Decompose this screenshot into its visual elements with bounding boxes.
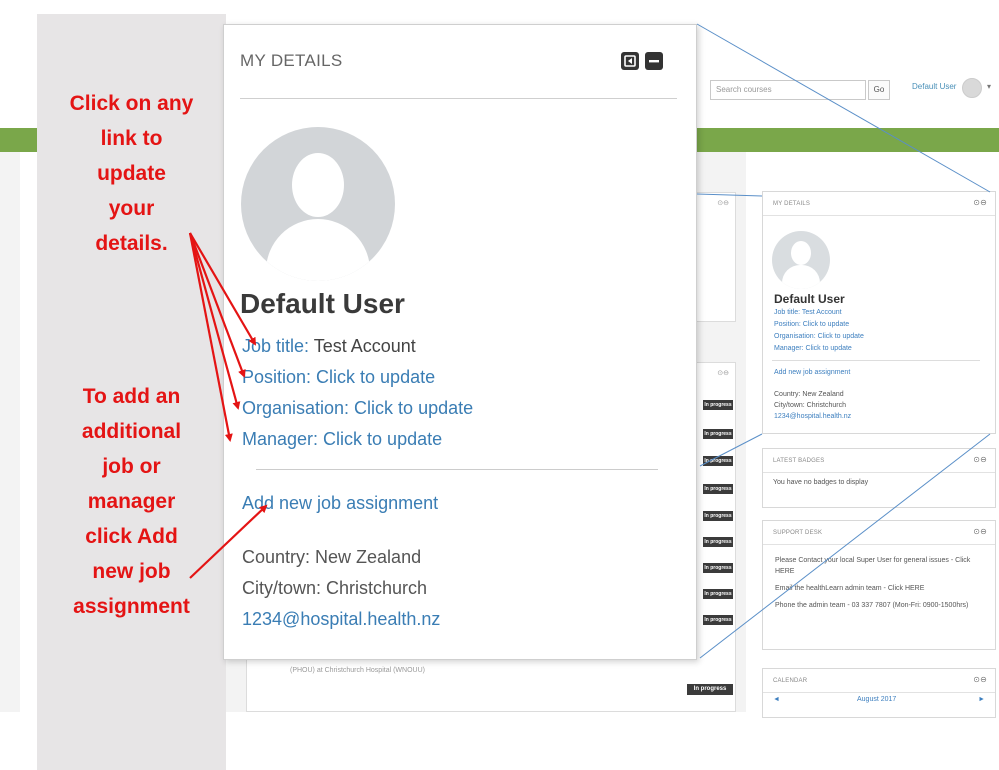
- status-badge: In progress: [703, 484, 733, 494]
- instruction-line: update: [97, 162, 166, 185]
- instruction-line: manager: [87, 490, 176, 513]
- update-instructions: Click on any link to update your details…: [37, 86, 226, 261]
- instruction-line: To add an: [82, 385, 181, 408]
- block-controls-icon[interactable]: ⊙⊖: [973, 455, 987, 464]
- add-job-assignment-link[interactable]: Add new job assignment: [774, 369, 850, 376]
- block-controls-icon[interactable]: ⊙⊖: [717, 369, 729, 377]
- organisation-link[interactable]: Organisation: Click to update: [242, 398, 473, 419]
- avatar: [241, 127, 395, 281]
- job-title-link[interactable]: Job title: Test Account: [774, 309, 842, 316]
- block-controls-icon[interactable]: ⊙⊖: [973, 198, 987, 207]
- support-line-email[interactable]: Email the healthLearn admin team - Click…: [775, 583, 983, 594]
- add-job-assignment-link[interactable]: Add new job assignment: [242, 493, 438, 514]
- email-link[interactable]: 1234@hospital.health.nz: [774, 413, 851, 420]
- latest-badges-block: LATEST BADGES ⊙⊖ You have no badges to d…: [762, 448, 996, 508]
- minimize-icon[interactable]: [645, 52, 663, 70]
- instruction-line: Click on any: [69, 92, 194, 115]
- support-line-phone: Phone the admin team - 03 337 7807 (Mon-…: [775, 602, 969, 609]
- calendar-block: CALENDAR ⊙⊖ ◄ August 2017 ►: [762, 668, 996, 718]
- status-badge: In progress: [703, 615, 733, 625]
- badges-empty-text: You have no badges to display: [773, 479, 869, 486]
- user-menu-name[interactable]: Default User: [912, 82, 956, 91]
- instruction-line: new job: [92, 560, 171, 583]
- calendar-month: August 2017: [857, 696, 897, 703]
- divider: [256, 469, 658, 470]
- instruction-line: link to: [100, 127, 163, 150]
- caret-down-icon[interactable]: ▾: [987, 82, 991, 91]
- block-controls-icon[interactable]: ⊙⊖: [973, 527, 987, 536]
- user-avatar[interactable]: [962, 78, 982, 98]
- status-badge: In progress: [703, 400, 733, 410]
- email-link[interactable]: 1234@hospital.health.nz: [242, 609, 440, 630]
- callout-title: MY DETAILS: [240, 51, 343, 70]
- divider: [240, 98, 677, 99]
- instruction-line: click Add: [85, 525, 178, 548]
- job-title-label[interactable]: Job title:: [242, 336, 309, 356]
- status-badge: In progress: [703, 429, 733, 439]
- course-location-text: (PHOU) at Christchurch Hospital (WNOUU): [290, 667, 425, 674]
- user-name: Default User: [240, 288, 405, 319]
- job-title-value: Test Account: [313, 336, 416, 356]
- instruction-line: job or: [102, 455, 161, 478]
- instruction-line: additional: [81, 420, 182, 443]
- status-badge: In progress: [703, 456, 733, 466]
- status-badge: In progress: [703, 589, 733, 599]
- instruction-line: assignment: [73, 595, 190, 618]
- country-text: Country: New Zealand: [242, 547, 422, 567]
- position-link[interactable]: Position: Click to update: [242, 367, 435, 388]
- country-text: Country: New Zealand: [774, 391, 844, 398]
- status-badge: In progress: [703, 563, 733, 573]
- city-text: City/town: Christchurch: [242, 578, 428, 598]
- status-badge: In progress: [687, 684, 733, 695]
- block-controls-icon[interactable]: ⊙⊖: [973, 675, 987, 684]
- manager-link[interactable]: Manager: Click to update: [242, 429, 442, 450]
- block-title: CALENDAR ⊙⊖: [763, 669, 995, 693]
- dock-icon[interactable]: [621, 52, 639, 70]
- user-name: Default User: [774, 292, 845, 306]
- organisation-link[interactable]: Organisation: Click to update: [774, 333, 864, 340]
- block-controls-icon[interactable]: ⊙⊖: [717, 199, 729, 207]
- manager-link[interactable]: Manager: Click to update: [774, 345, 852, 352]
- instruction-line: your: [108, 197, 155, 220]
- support-line-super-user[interactable]: Please Contact your local Super User for…: [775, 555, 983, 577]
- calendar-next-icon[interactable]: ►: [978, 696, 985, 703]
- add-job-instructions: To add an additional job or manager clic…: [37, 379, 226, 624]
- city-text: City/town: Christchurch: [774, 402, 846, 409]
- block-title: SUPPORT DESK ⊙⊖: [763, 521, 995, 545]
- callout-controls: [621, 52, 675, 70]
- calendar-prev-icon[interactable]: ◄: [773, 696, 780, 703]
- divider: [772, 360, 980, 361]
- position-link[interactable]: Position: Click to update: [774, 321, 849, 328]
- search-go-button[interactable]: Go: [868, 80, 890, 100]
- block-title: LATEST BADGES ⊙⊖: [763, 449, 995, 473]
- status-badge: In progress: [703, 511, 733, 521]
- left-column: [0, 152, 20, 712]
- status-badge: In progress: [703, 537, 733, 547]
- block-title: MY DETAILS ⊙⊖: [763, 192, 995, 216]
- instruction-line: details.: [95, 232, 168, 255]
- search-courses-input[interactable]: Search courses: [710, 80, 866, 100]
- job-title-link[interactable]: Job title: Test Account: [242, 336, 416, 357]
- support-desk-block: SUPPORT DESK ⊙⊖ Please Contact your loca…: [762, 520, 996, 650]
- avatar: [772, 231, 830, 289]
